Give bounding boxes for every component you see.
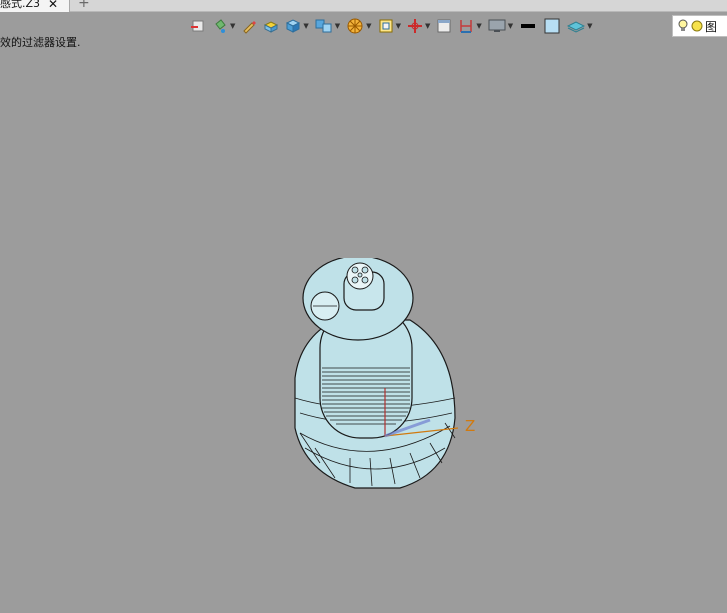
filter-field[interactable]: 图	[672, 15, 727, 37]
line-color-icon	[521, 24, 536, 28]
axis-cross-icon	[407, 19, 422, 33]
chevron-down-icon[interactable]: ▼	[396, 21, 401, 31]
shaded-cubes-icon	[315, 19, 332, 33]
close-icon[interactable]: ✕	[48, 0, 58, 10]
document-tab-bar: 感式.Z3 ✕ +	[0, 0, 727, 12]
document-tab[interactable]: 感式.Z3 ✕	[0, 0, 70, 12]
wheel-button[interactable]: ▼	[346, 16, 372, 36]
chevron-down-icon[interactable]: ▼	[335, 21, 340, 31]
add-tab-icon[interactable]: +	[78, 0, 90, 10]
chevron-down-icon[interactable]: ▼	[476, 21, 481, 31]
box-solid-icon	[264, 21, 279, 33]
axis-cross-button[interactable]: ▼	[407, 16, 430, 36]
layer-button[interactable]: ▼	[567, 16, 593, 36]
line-color-button[interactable]	[519, 16, 537, 36]
display-screen-button[interactable]: ▼	[488, 16, 513, 36]
window-button[interactable]	[436, 16, 452, 36]
window-icon	[437, 19, 451, 33]
face-color-button[interactable]	[543, 16, 561, 36]
paint-bucket-button[interactable]: ▼	[212, 16, 235, 36]
chevron-down-icon[interactable]: ▼	[303, 21, 308, 31]
layer-icon	[567, 21, 586, 33]
zoom-frame-icon	[379, 19, 393, 33]
chevron-down-icon[interactable]: ▼	[230, 21, 235, 31]
wheel-icon	[347, 18, 363, 34]
chevron-down-icon[interactable]: ▼	[366, 21, 371, 31]
status-message: 效的过滤器设置.	[0, 36, 81, 49]
filter-color-icon	[691, 20, 703, 32]
cube-view-button[interactable]: ▼	[285, 16, 309, 36]
model-part[interactable]	[280, 258, 480, 498]
z-axis-label: Z	[465, 417, 476, 435]
view-toolbar: ▼ ▼ ▼ ▼ ▼ ▼ ▼ ▼ ▼	[190, 15, 599, 37]
display-screen-icon	[488, 19, 506, 32]
document-tab-label: 感式.Z3	[0, 0, 41, 10]
chevron-down-icon[interactable]: ▼	[508, 21, 513, 31]
box-solid-button[interactable]	[263, 16, 279, 36]
filter-text: 图	[705, 19, 718, 34]
select-filter-button[interactable]	[190, 16, 206, 36]
dimension-icon	[460, 20, 473, 33]
cube-view-icon	[286, 19, 301, 33]
select-filter-icon	[191, 20, 204, 32]
face-color-icon	[544, 18, 560, 34]
chevron-down-icon[interactable]: ▼	[425, 21, 430, 31]
zoom-frame-button[interactable]: ▼	[378, 16, 401, 36]
pencil-button[interactable]	[241, 16, 257, 36]
shaded-cubes-button[interactable]: ▼	[315, 16, 340, 36]
chevron-down-icon[interactable]: ▼	[587, 21, 592, 31]
pencil-icon	[243, 21, 257, 34]
paint-bucket-icon	[215, 19, 226, 33]
dimension-button[interactable]: ▼	[458, 16, 482, 36]
bulb-icon	[678, 19, 688, 31]
